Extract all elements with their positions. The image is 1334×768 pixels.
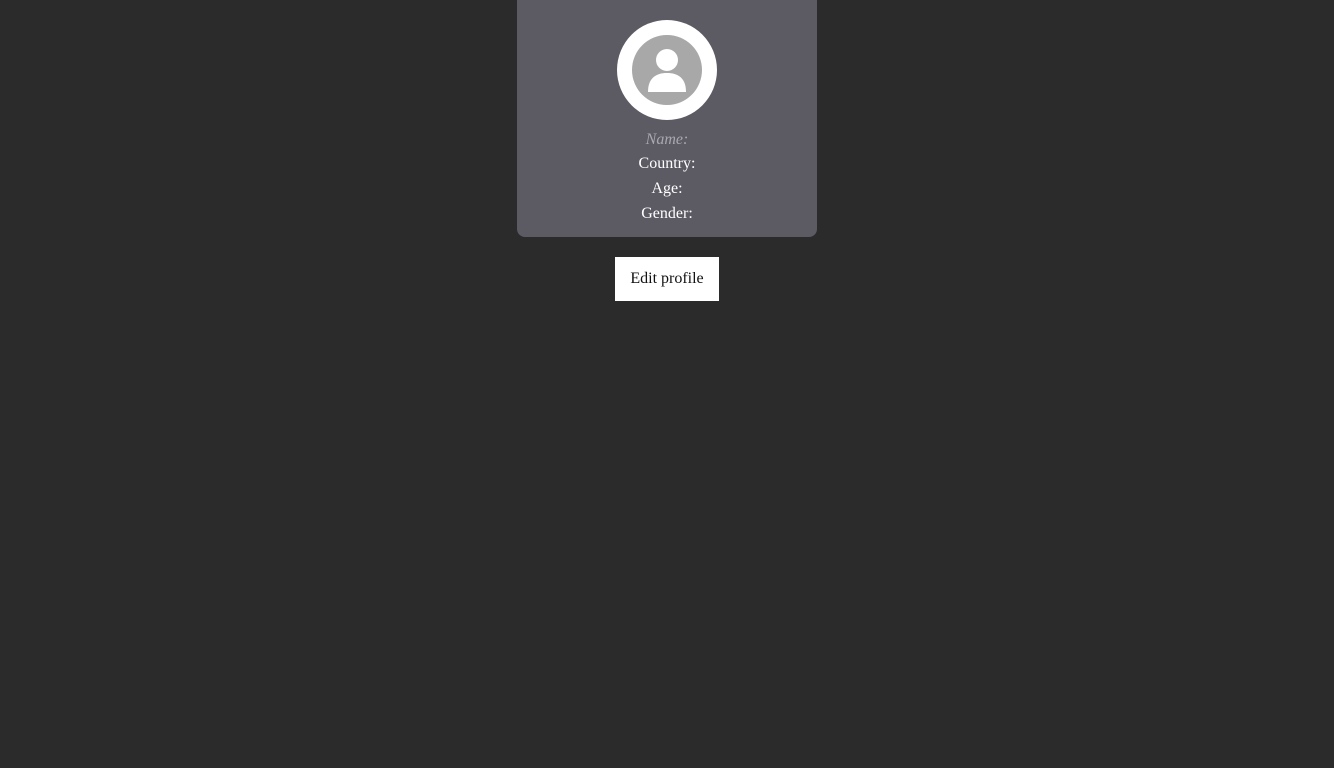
gender-label: Gender: <box>641 205 693 222</box>
profile-page: Name: Country: Age: Gender: Edit profile <box>0 0 1334 768</box>
age-label: Age: <box>651 180 683 197</box>
name-label: Name: <box>645 131 689 148</box>
country-label: Country: <box>638 155 696 172</box>
user-icon <box>632 35 702 105</box>
profile-card: Name: Country: Age: Gender: <box>517 0 817 237</box>
avatar <box>617 20 717 120</box>
edit-profile-button[interactable]: Edit profile <box>615 257 719 301</box>
